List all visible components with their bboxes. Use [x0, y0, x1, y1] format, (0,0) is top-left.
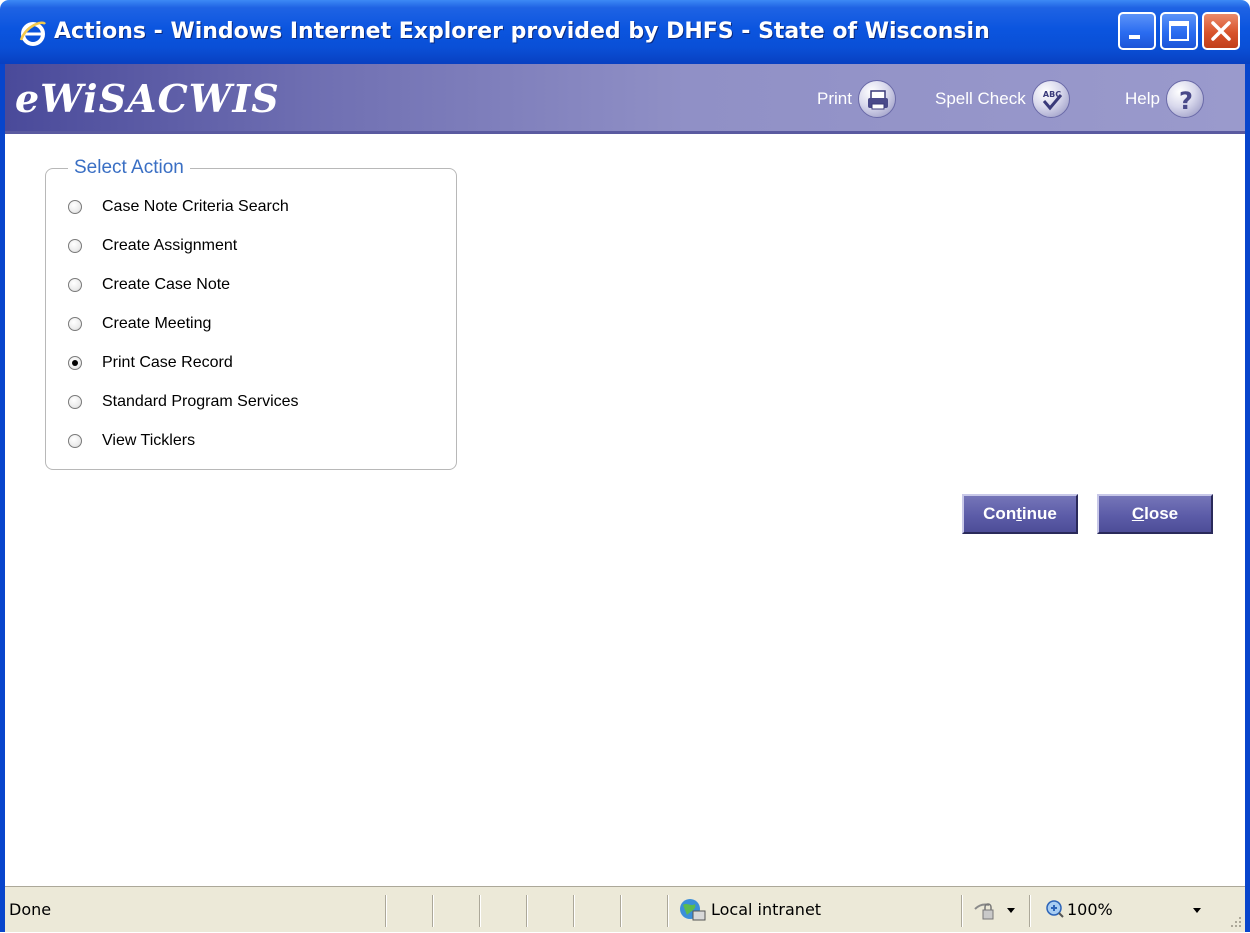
option-label: Case Note Criteria Search: [102, 198, 289, 215]
local-intranet-icon: [680, 899, 706, 921]
maximize-button[interactable]: [1160, 12, 1198, 50]
print-label: Print: [817, 89, 852, 108]
option-create-case-note[interactable]: Create Case Note: [68, 271, 230, 299]
security-icon[interactable]: [973, 901, 997, 921]
help-icon: ?: [1165, 80, 1204, 118]
status-divider: [1029, 895, 1031, 927]
status-divider: [479, 895, 481, 927]
option-case-note-criteria-search[interactable]: Case Note Criteria Search: [68, 193, 289, 221]
help-button[interactable]: Help ?: [1125, 78, 1204, 120]
status-divider: [526, 895, 528, 927]
status-divider: [961, 895, 963, 927]
continue-button[interactable]: Con t inue: [962, 494, 1078, 534]
print-button[interactable]: Print: [817, 78, 896, 120]
close-label-part: lose: [1144, 504, 1179, 523]
select-action-legend: Select Action: [68, 157, 190, 179]
resize-grip-icon[interactable]: [1227, 913, 1243, 929]
ie-logo-icon: [19, 21, 46, 46]
status-text: Done: [9, 900, 52, 919]
continue-label-part: inue: [1021, 504, 1057, 523]
zoom-icon[interactable]: [1045, 899, 1065, 919]
option-label: Create Case Note: [102, 276, 231, 293]
status-divider: [573, 895, 575, 927]
option-label: Create Assignment: [102, 237, 238, 254]
browser-window: Actions - Windows Internet Explorer prov…: [0, 0, 1250, 932]
close-icon: [1211, 21, 1231, 41]
spell-check-icon: ABC: [1031, 80, 1070, 118]
select-action-group: Select Action Case Note Criteria Search …: [45, 157, 457, 470]
option-create-meeting[interactable]: Create Meeting: [68, 310, 211, 338]
window-title: Actions - Windows Internet Explorer prov…: [54, 19, 990, 44]
close-button[interactable]: Close: [1097, 494, 1213, 534]
option-label: View Ticklers: [102, 432, 196, 449]
status-divider: [620, 895, 622, 927]
option-label: Standard Program Services: [102, 393, 299, 410]
title-bar[interactable]: Actions - Windows Internet Explorer prov…: [0, 0, 1250, 64]
option-view-ticklers[interactable]: View Ticklers: [68, 427, 195, 455]
minimize-icon: [1129, 35, 1140, 39]
minimize-button[interactable]: [1118, 12, 1156, 50]
spell-check-label: Spell Check: [935, 89, 1026, 108]
window-frame-right: [1245, 64, 1250, 932]
status-divider: [385, 895, 387, 927]
radio-button[interactable]: [68, 395, 82, 409]
radio-button[interactable]: [68, 434, 82, 448]
main-content: Select Action Case Note Criteria Search …: [5, 134, 1245, 774]
radio-button[interactable]: [68, 317, 82, 331]
status-divider: [667, 895, 669, 927]
svg-text:?: ?: [1179, 87, 1193, 115]
app-header: eWiSACWIS Print Spell Check ABC Help ?: [5, 64, 1245, 134]
option-standard-program-services[interactable]: Standard Program Services: [68, 388, 299, 416]
option-label: Print Case Record: [102, 354, 233, 371]
radio-button[interactable]: [68, 200, 82, 214]
continue-label-part: Con: [983, 504, 1017, 523]
spell-check-button[interactable]: Spell Check ABC: [935, 78, 1070, 120]
option-print-case-record[interactable]: Print Case Record: [68, 349, 233, 377]
status-divider: [432, 895, 434, 927]
help-label: Help: [1125, 89, 1160, 108]
maximize-icon: [1169, 21, 1189, 41]
chevron-down-icon[interactable]: [1191, 905, 1203, 915]
option-label: Create Meeting: [102, 315, 212, 332]
zone-label: Local intranet: [711, 900, 822, 919]
radio-button[interactable]: [68, 278, 82, 292]
close-window-button[interactable]: [1202, 12, 1240, 50]
status-bar: Done Local intranet 100%: [5, 886, 1245, 932]
chevron-down-icon[interactable]: [1005, 905, 1017, 915]
option-create-assignment[interactable]: Create Assignment: [68, 232, 237, 260]
radio-button[interactable]: [68, 239, 82, 253]
close-mnemonic: C: [1131, 504, 1145, 523]
radio-button-selected[interactable]: [68, 356, 82, 370]
app-logo: eWiSACWIS: [15, 76, 280, 121]
printer-icon: [857, 80, 896, 118]
zoom-level[interactable]: 100%: [1067, 887, 1113, 933]
